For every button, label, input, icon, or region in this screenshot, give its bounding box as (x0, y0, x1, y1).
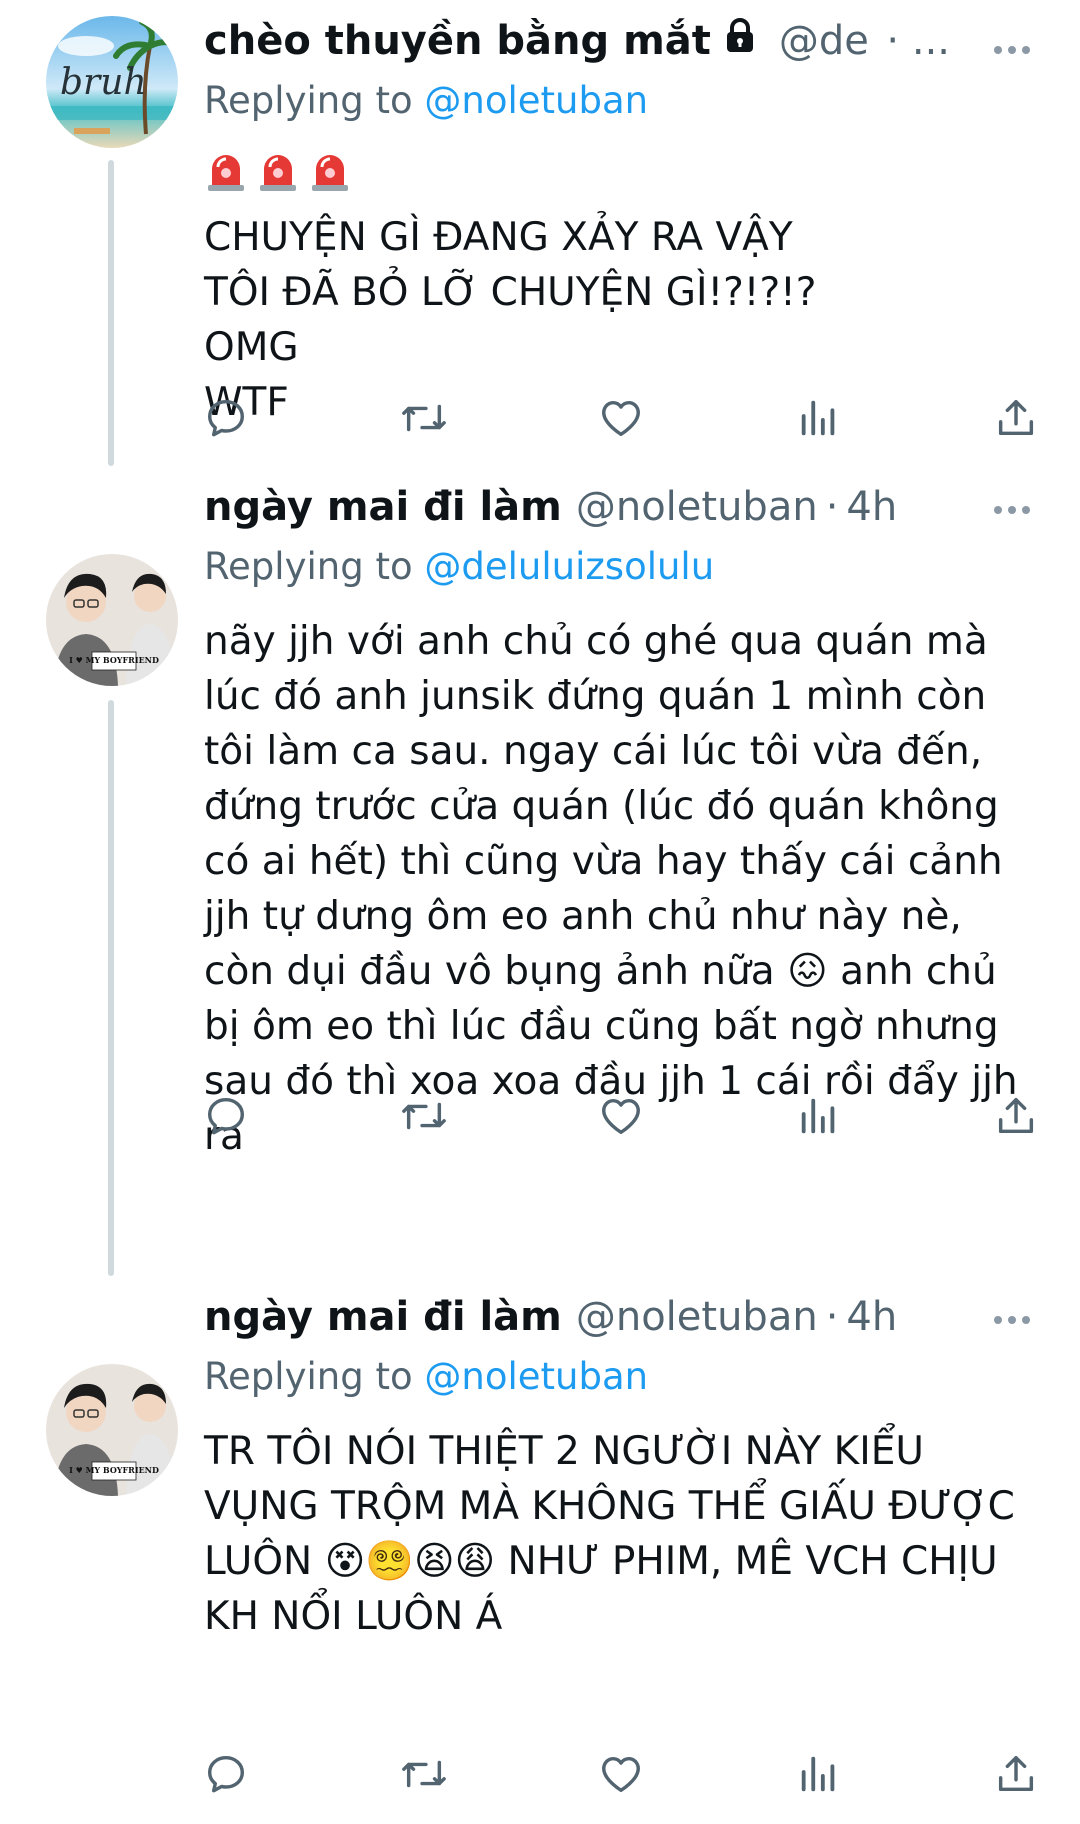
more-dot-icon (994, 506, 1002, 514)
like-button[interactable] (591, 1086, 651, 1146)
like-button[interactable] (591, 1744, 651, 1804)
like-button[interactable] (591, 388, 651, 448)
more-options-button[interactable] (982, 1300, 1042, 1340)
separator-dot: · (825, 484, 839, 530)
more-dot-icon (1008, 1316, 1016, 1324)
share-button[interactable] (986, 1086, 1046, 1146)
timestamp[interactable]: 4h (846, 483, 897, 531)
more-options-button[interactable] (982, 30, 1042, 70)
share-icon (998, 1755, 1034, 1792)
retweet-button[interactable] (394, 388, 454, 448)
more-dot-icon (1022, 46, 1030, 54)
handle[interactable]: @noletuban (576, 483, 818, 531)
more-options-button[interactable] (982, 490, 1042, 530)
views-button[interactable] (789, 388, 849, 448)
tweet-text: nãy jjh với anh chủ có ghé qua quán mà l… (204, 614, 1040, 1164)
replying-to-mention[interactable]: @noletuban (424, 1355, 648, 1398)
avatar-photo: I ♥ MY BOYFRIEND (46, 1364, 178, 1496)
lock-icon (725, 17, 755, 65)
avatar[interactable]: I ♥ MY BOYFRIEND (46, 1364, 178, 1496)
display-name[interactable]: chèo thuyền bằng mắt (204, 17, 711, 65)
dizzy-faces-emoji: 😵😵‍💫😫😩 (324, 1539, 496, 1584)
replying-prefix: Replying to (204, 545, 413, 588)
avatar-caption: bruh (60, 62, 147, 103)
emoji-row (204, 144, 1040, 202)
views-icon (801, 400, 834, 436)
separator-dot: · (825, 1294, 839, 1340)
reply-icon (207, 1097, 245, 1135)
views-icon (801, 1756, 834, 1792)
views-icon (801, 1098, 834, 1134)
like-icon (602, 1756, 640, 1793)
replying-to: Replying to @noletuban (204, 1348, 1040, 1406)
replying-to: Replying to @noletuban (204, 72, 1040, 130)
replying-to-mention[interactable]: @deluluizsolulu (424, 545, 714, 588)
display-name[interactable]: ngày mai đi làm (204, 1293, 562, 1341)
handle[interactable]: @noletuban (576, 1293, 818, 1341)
tweet-header: ngày mai đi làm @noletuban · 4h (204, 1286, 1040, 1348)
thread-connector (108, 700, 114, 1276)
views-button[interactable] (789, 1086, 849, 1146)
retweet-icon (401, 1102, 446, 1130)
more-dot-icon (1022, 1316, 1030, 1324)
share-icon (998, 399, 1034, 436)
tweet-3[interactable]: I ♥ MY BOYFRIEND ngày mai đi làm @noletu… (0, 1276, 1080, 1824)
tweet-actions (196, 1744, 1046, 1804)
replying-prefix: Replying to (204, 79, 413, 122)
tweet-text-part: nãy jjh với anh chủ có ghé qua quán mà l… (204, 619, 1016, 994)
tweet-actions (196, 388, 1046, 448)
retweet-icon (401, 1760, 446, 1788)
handle[interactable]: @de... (779, 17, 873, 65)
tweet-actions (196, 1086, 1046, 1146)
tweet-2[interactable]: I ♥ MY BOYFRIEND ngày mai đi làm @noletu… (0, 466, 1080, 1276)
replying-to: Replying to @deluluizsolulu (204, 538, 1040, 596)
retweet-button[interactable] (394, 1086, 454, 1146)
avatar[interactable]: bruh (46, 16, 178, 148)
avatar-photo: I ♥ MY BOYFRIEND (46, 554, 178, 686)
reply-button[interactable] (196, 1086, 256, 1146)
tweet-header: chèo thuyền bằng mắt @de... · ... (204, 10, 1040, 72)
more-dot-icon (1022, 506, 1030, 514)
reply-button[interactable] (196, 388, 256, 448)
reply-icon (207, 399, 245, 437)
more-dot-icon (994, 1316, 1002, 1324)
rotating-light-icon (204, 149, 248, 197)
like-icon (602, 1098, 640, 1135)
views-button[interactable] (789, 1744, 849, 1804)
timestamp[interactable]: · ... (886, 17, 950, 65)
display-name[interactable]: ngày mai đi làm (204, 483, 562, 531)
reply-thread: bruh chèo thuyền bằng mắt @de... · ... (0, 0, 1080, 1824)
avatar-badge-text: I ♥ MY BOYFRIEND (69, 1465, 159, 1475)
tweet-header: ngày mai đi làm @noletuban · 4h (204, 476, 1040, 538)
share-icon (998, 1097, 1034, 1134)
reply-button[interactable] (196, 1744, 256, 1804)
share-button[interactable] (986, 1744, 1046, 1804)
rotating-light-icon (308, 149, 352, 197)
replying-to-mention[interactable]: @noletuban (424, 79, 648, 122)
more-dot-icon (994, 46, 1002, 54)
more-dot-icon (1008, 46, 1016, 54)
retweet-icon (401, 404, 446, 432)
avatar-beach-image: bruh (46, 16, 178, 148)
tweet-1[interactable]: bruh chèo thuyền bằng mắt @de... · ... (0, 0, 1080, 466)
avatar[interactable]: I ♥ MY BOYFRIEND (46, 554, 178, 686)
more-dot-icon (1008, 506, 1016, 514)
reply-icon (207, 1755, 245, 1793)
share-button[interactable] (986, 388, 1046, 448)
rotating-light-icon (256, 149, 300, 197)
timestamp[interactable]: 4h (846, 1293, 897, 1341)
retweet-button[interactable] (394, 1744, 454, 1804)
thread-connector (108, 160, 114, 466)
like-icon (602, 400, 640, 437)
confounded-face-emoji: 😖 (787, 949, 828, 994)
replying-prefix: Replying to (204, 1355, 413, 1398)
tweet-text: TR TÔI NÓI THIỆT 2 NGƯỜI NÀY KIỂU VỤNG T… (204, 1424, 1040, 1644)
avatar-badge-text: I ♥ MY BOYFRIEND (69, 655, 159, 665)
